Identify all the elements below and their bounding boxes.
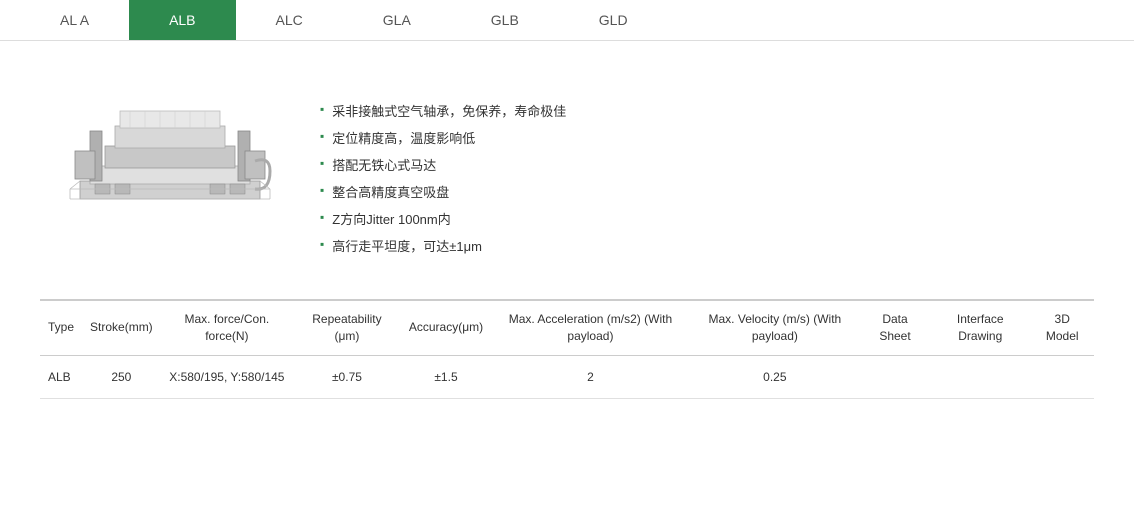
table-header-9: 3D Model (1030, 301, 1094, 356)
tab-alc[interactable]: ALC (236, 0, 343, 40)
tab-ala[interactable]: AL A (20, 0, 129, 40)
table-header-8: Interface Drawing (930, 301, 1030, 356)
feature-item-1: 定位精度高，温度影响低 (320, 124, 1074, 151)
specs-section: TypeStroke(mm)Max. force/Con. force(N)Re… (0, 300, 1134, 439)
table-body: ALB250X:580/195, Y:580/145±0.75±1.520.25 (40, 355, 1094, 398)
feature-item-0: 采非接触式空气轴承，免保养，寿命极佳 (320, 97, 1074, 124)
product-section: 采非接触式空气轴承，免保养，寿命极佳定位精度高，温度影响低搭配无铁心式马达整合高… (0, 41, 1134, 299)
table-header-4: Accuracy(μm) (401, 301, 491, 356)
table-header-6: Max. Velocity (m/s) (With payload) (690, 301, 860, 356)
table-header-2: Max. force/Con. force(N) (161, 301, 293, 356)
product-details: 采非接触式空气轴承，免保养，寿命极佳定位精度高，温度影响低搭配无铁心式马达整合高… (320, 81, 1074, 259)
specs-table: TypeStroke(mm)Max. force/Con. force(N)Re… (40, 300, 1094, 399)
table-cell-0-4: ±1.5 (401, 355, 491, 398)
product-image (60, 81, 280, 241)
table-cell-0-8 (930, 355, 1030, 398)
tab-gla[interactable]: GLA (343, 0, 451, 40)
feature-item-5: 高行走平坦度，可达±1μm (320, 232, 1074, 259)
table-cell-0-2: X:580/195, Y:580/145 (161, 355, 293, 398)
tab-gld[interactable]: GLD (559, 0, 668, 40)
table-header-7: Data Sheet (860, 301, 930, 356)
feature-item-2: 搭配无铁心式马达 (320, 151, 1074, 178)
feature-item-4: Z方向Jitter 100nm内 (320, 205, 1074, 232)
table-cell-0-0: ALB (40, 355, 82, 398)
product-illustration (60, 81, 280, 241)
tab-alb[interactable]: ALB (129, 0, 235, 40)
tab-navigation: AL AALBALCGLAGLBGLD (0, 0, 1134, 41)
product-image-container (60, 81, 280, 241)
feature-item-3: 整合高精度真空吸盘 (320, 178, 1074, 205)
tab-glb[interactable]: GLB (451, 0, 559, 40)
feature-list: 采非接触式空气轴承，免保养，寿命极佳定位精度高，温度影响低搭配无铁心式马达整合高… (320, 97, 1074, 259)
table-header-1: Stroke(mm) (82, 301, 161, 356)
table-header-3: Repeatability (μm) (293, 301, 401, 356)
table-cell-0-6: 0.25 (690, 355, 860, 398)
table-header-5: Max. Acceleration (m/s2) (With payload) (491, 301, 690, 356)
table-row-0: ALB250X:580/195, Y:580/145±0.75±1.520.25 (40, 355, 1094, 398)
table-cell-0-1: 250 (82, 355, 161, 398)
table-header: TypeStroke(mm)Max. force/Con. force(N)Re… (40, 301, 1094, 356)
table-cell-0-5: 2 (491, 355, 690, 398)
table-cell-0-9 (1030, 355, 1094, 398)
table-header-0: Type (40, 301, 82, 356)
table-cell-0-3: ±0.75 (293, 355, 401, 398)
table-cell-0-7 (860, 355, 930, 398)
table-header-row: TypeStroke(mm)Max. force/Con. force(N)Re… (40, 301, 1094, 356)
